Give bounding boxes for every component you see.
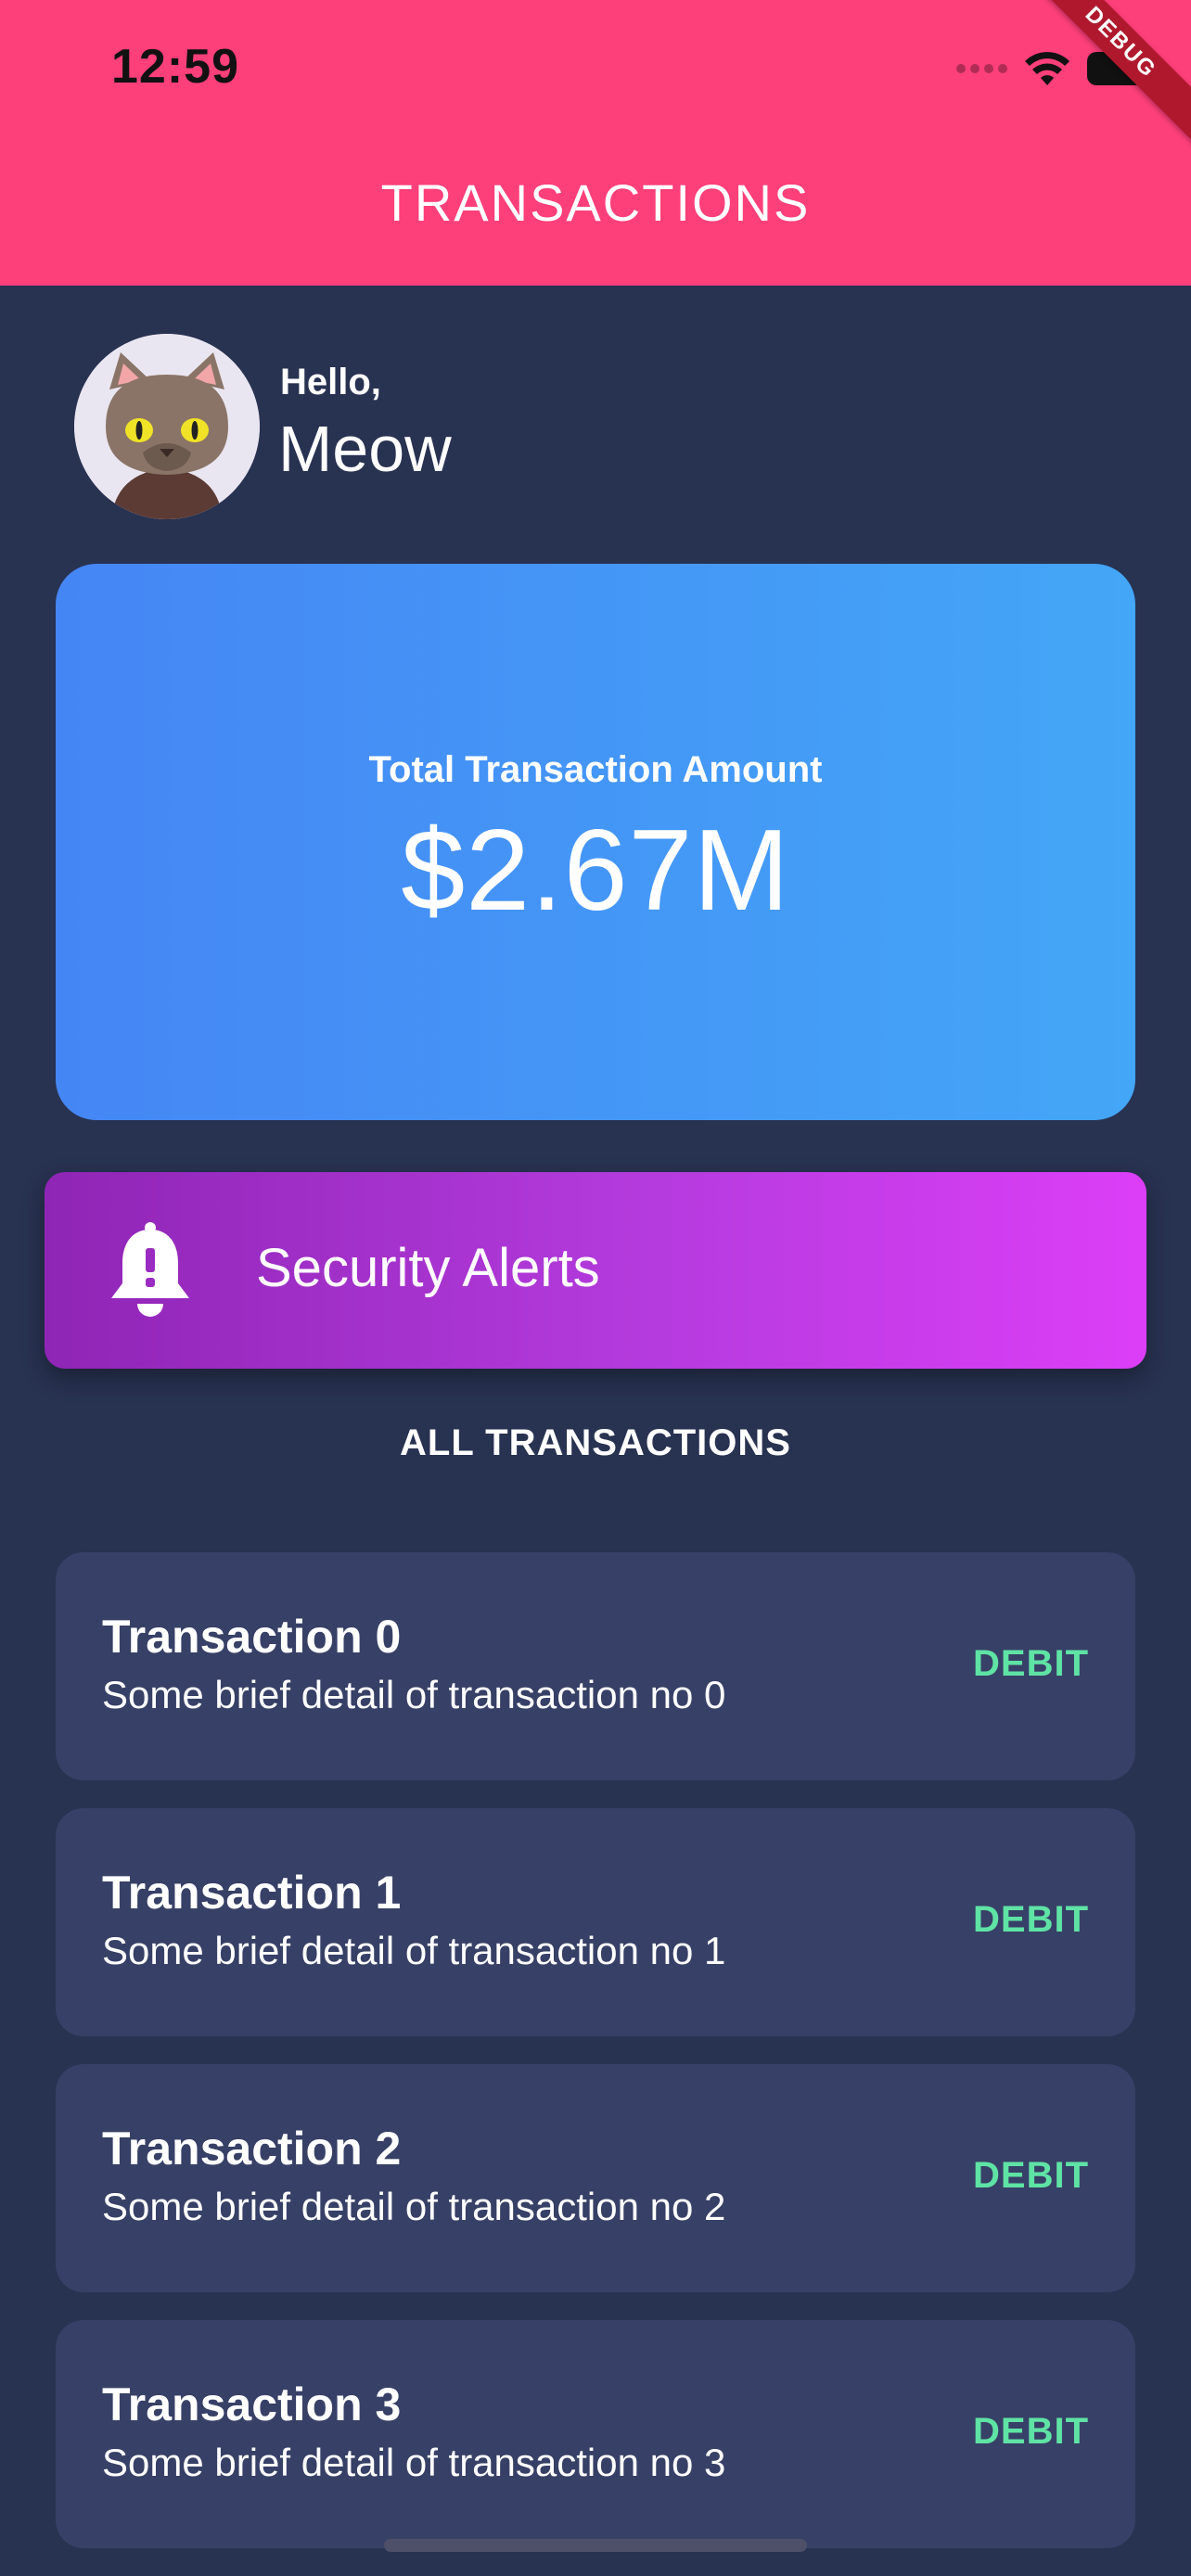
total-amount-card: Total Transaction Amount $2.67M	[56, 564, 1135, 1120]
transaction-title: Transaction 1	[102, 1867, 402, 1919]
total-amount-value: $2.67M	[401, 807, 790, 935]
transaction-detail: Some brief detail of transaction no 2	[102, 2185, 726, 2228]
transaction-type: DEBIT	[973, 2155, 1089, 2196]
transaction-card[interactable]: Transaction 2 Some brief detail of trans…	[56, 2064, 1135, 2292]
bell-alert-icon	[111, 1222, 189, 1317]
transaction-detail: Some brief detail of transaction no 1	[102, 1929, 726, 1972]
transaction-title: Transaction 0	[102, 1611, 402, 1663]
transaction-type: DEBIT	[973, 1643, 1089, 1684]
transaction-title: Transaction 3	[102, 2378, 402, 2430]
security-alerts-button[interactable]: Security Alerts	[45, 1172, 1146, 1369]
transaction-list: Transaction 0 Some brief detail of trans…	[56, 1552, 1135, 2576]
avatar[interactable]	[74, 334, 260, 519]
home-indicator[interactable]	[384, 2539, 807, 2552]
transaction-detail: Some brief detail of transaction no 0	[102, 1673, 726, 1716]
user-name: Meow	[278, 413, 452, 485]
transaction-card[interactable]: Transaction 0 Some brief detail of trans…	[56, 1552, 1135, 1780]
security-alerts-label: Security Alerts	[256, 1238, 600, 1298]
status-time: 12:59	[111, 40, 239, 94]
wifi-icon	[1025, 52, 1069, 85]
transaction-title: Transaction 2	[102, 2123, 402, 2174]
total-amount-label: Total Transaction Amount	[368, 749, 823, 790]
transaction-card[interactable]: Transaction 3 Some brief detail of trans…	[56, 2320, 1135, 2548]
section-title: ALL TRANSACTIONS	[400, 1422, 791, 1463]
cat-avatar-icon	[74, 334, 260, 519]
app-bar: 12:59 DEBUG TRANSACTIONS	[0, 0, 1191, 286]
greeting-hello: Hello,	[280, 362, 381, 402]
transaction-type: DEBIT	[973, 2411, 1089, 2452]
cellular-signal-icon	[956, 64, 1007, 73]
transactions-screen: 12:59 DEBUG TRANSACTIONS Hello, Meow Tot…	[0, 0, 1191, 2576]
transaction-type: DEBIT	[973, 1899, 1089, 1940]
transaction-detail: Some brief detail of transaction no 3	[102, 2441, 726, 2484]
transaction-card[interactable]: Transaction 1 Some brief detail of trans…	[56, 1808, 1135, 2036]
page-title: TRANSACTIONS	[380, 173, 811, 232]
